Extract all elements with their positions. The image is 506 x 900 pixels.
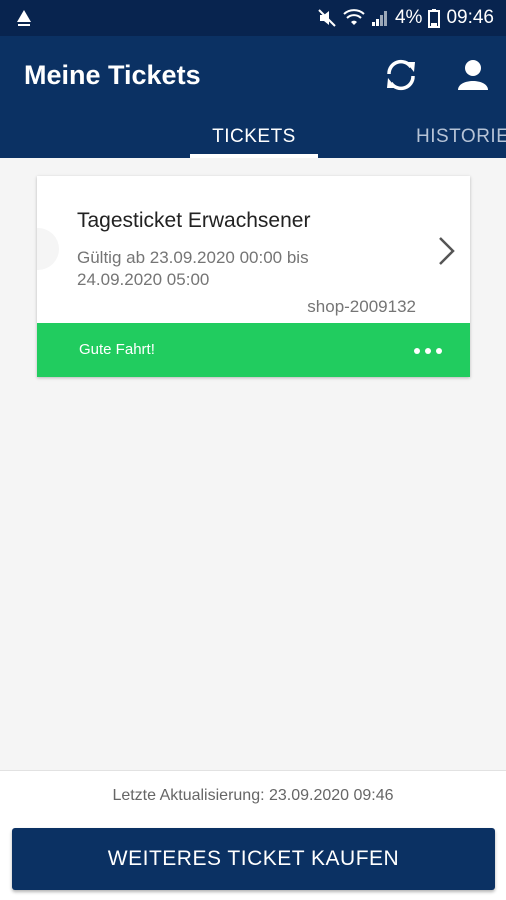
battery-icon — [428, 8, 441, 28]
last-update-text: Letzte Aktualisierung: 23.09.2020 09:46 — [112, 787, 394, 804]
more-options-icon[interactable] — [413, 343, 443, 354]
ticket-status-text: Gute Fahrt! — [79, 341, 155, 358]
page-title: Meine Tickets — [24, 60, 201, 90]
buy-ticket-button[interactable]: WEITERES TICKET KAUFEN — [12, 828, 495, 890]
ticket-validity: Gültig ab 23.09.2020 00:00 bis 24.09.202… — [77, 248, 309, 289]
profile-icon[interactable] — [455, 56, 491, 92]
ticket-id: shop-2009132 — [307, 297, 416, 316]
ticket-notch — [37, 228, 59, 270]
clock: 09:46 — [446, 7, 494, 28]
mute-icon — [317, 8, 337, 28]
tab-historie[interactable]: HISTORIE — [416, 126, 506, 148]
ticket-status-bar: Gute Fahrt! — [37, 323, 470, 377]
status-bar: 4% 09:46 — [0, 0, 506, 36]
wifi-icon — [343, 9, 365, 27]
tab-tickets[interactable]: TICKETS — [190, 126, 318, 148]
mvv-logo-icon — [14, 8, 34, 28]
chevron-right-icon[interactable] — [435, 234, 459, 268]
refresh-icon[interactable] — [382, 56, 420, 94]
app-bar: Meine Tickets TICKETS HISTORIE — [0, 36, 506, 158]
bottom-panel: Letzte Aktualisierung: 23.09.2020 09:46 … — [0, 770, 506, 900]
ticket-card[interactable]: Tagesticket Erwachsener Gültig ab 23.09.… — [37, 176, 470, 377]
ticket-title: Tagesticket Erwachsener — [77, 209, 311, 232]
signal-icon — [371, 9, 389, 27]
battery-percent: 4% — [394, 7, 423, 28]
tab-indicator — [190, 154, 318, 158]
